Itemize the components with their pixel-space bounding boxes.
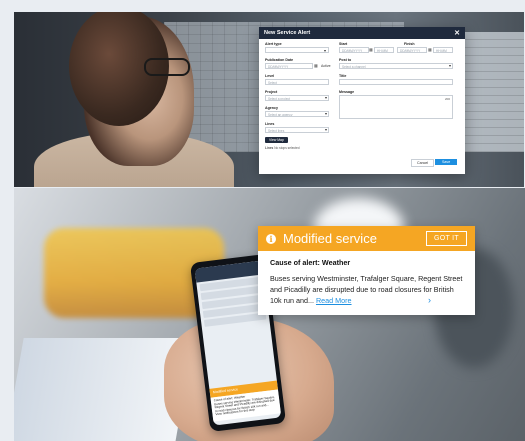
card-title: Modified service [283,231,377,246]
publication-date-label: Publication Date [265,58,294,62]
chevron-down-icon: ▾ [325,111,328,116]
title-input[interactable] [339,79,453,85]
info-icon: i [266,233,276,244]
card-body: Cause of alert: Weather Buses serving We… [258,251,475,306]
calendar-icon[interactable]: ▦ [369,47,373,52]
modal-title: New Service Alert [264,30,311,36]
alert-type-select[interactable]: ▾ [265,47,329,53]
chevron-down-icon: ▾ [449,63,452,68]
hero-collage: New Service Alert ✕ Alert type ▾ Start D… [0,0,525,441]
finish-label: Finish [404,42,415,46]
right-monitor [462,32,524,152]
calendar-icon[interactable]: ▦ [314,63,318,68]
got-it-button[interactable]: GOT IT [425,231,467,246]
post-to-select[interactable]: Select a channel [339,63,453,69]
modal-body: Alert type ▾ Start DD/MM/YYYY ▦ HH:MM Fi… [259,39,465,167]
title-label: Title [339,74,347,78]
message-counter: 200 [445,97,451,101]
chevron-down-icon: ▾ [325,127,328,132]
lines-note-value: No stops selected [274,146,300,150]
chevron-down-icon: ▾ [323,48,326,53]
modified-service-card: i Modified service GOT IT Cause of alert… [258,226,475,315]
alert-cause: Cause of alert: Weather [270,258,351,267]
project-label: Project [265,90,278,94]
level-label: Level [265,74,275,78]
post-to-label: Post to [339,58,352,62]
start-time-input[interactable]: HH:MM [374,47,394,53]
close-icon[interactable]: ✕ [454,30,460,37]
alert-description-text: Buses serving Westminster, Trafalger Squ… [270,274,463,305]
card-header: i Modified service GOT IT [258,226,475,251]
modal-header: New Service Alert ✕ [259,27,465,39]
read-more-link[interactable]: Read More [316,296,352,305]
start-label: Start [339,42,348,46]
level-select[interactable]: Select [265,79,329,85]
cancel-button[interactable]: Cancel [411,159,435,167]
agency-select[interactable]: Select an agency [265,111,329,117]
lines-select[interactable]: Select lines [265,127,329,133]
agency-label: Agency [265,106,278,110]
alert-description: Buses serving Westminster, Trafalger Squ… [270,273,464,306]
new-service-alert-modal: New Service Alert ✕ Alert type ▾ Start D… [259,27,465,174]
alert-type-label: Alert type [265,42,282,46]
lines-note: Lines No stops selected [265,146,300,150]
publication-date-input[interactable]: DD/MM/YYYY [265,63,313,69]
finish-date-input[interactable]: DD/MM/YYYY [397,47,427,53]
finish-time-input[interactable]: HH:MM [433,47,453,53]
message-label: Message [339,90,355,94]
start-date-input[interactable]: DD/MM/YYYY [339,47,369,53]
calendar-icon[interactable]: ▦ [428,47,432,52]
project-select[interactable]: Select a project [265,95,329,101]
glasses [144,58,190,76]
chevron-right-icon[interactable]: › [428,295,431,305]
save-button[interactable]: Save [435,159,458,165]
view-map-button[interactable]: View Map [265,137,288,143]
lines-note-label: Lines [265,146,274,150]
lines-label: Lines [265,122,275,126]
active-label[interactable]: Active [321,64,331,68]
